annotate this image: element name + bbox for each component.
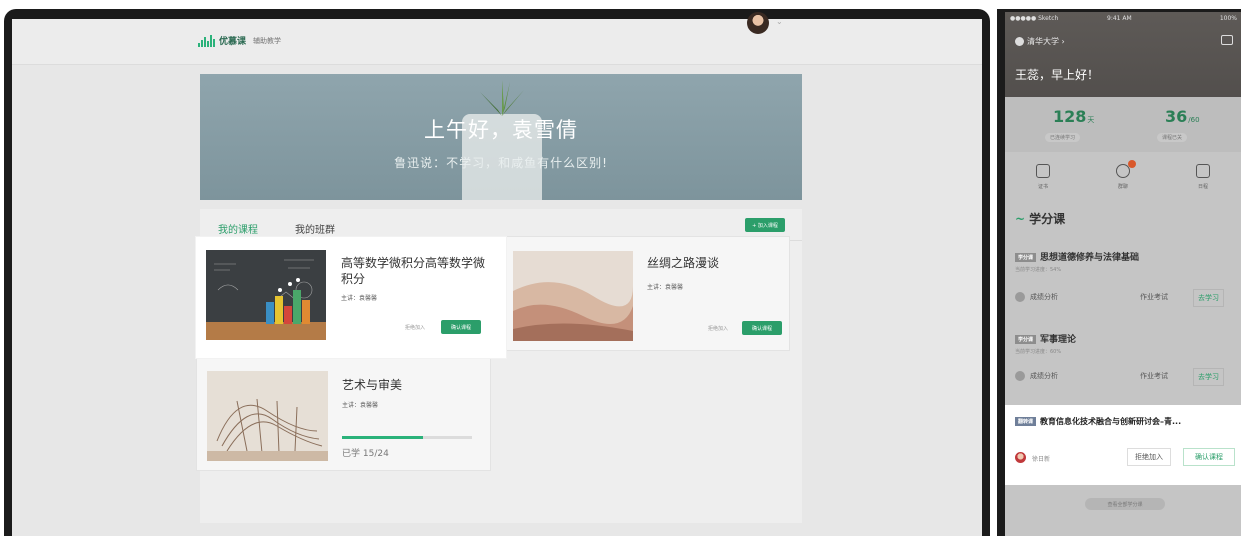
logo-bars-icon [198,34,215,47]
desert-dunes-image [513,251,633,341]
message-icon[interactable] [1221,35,1233,45]
course-thumbnail-desert [513,251,633,341]
notification-badge [1128,160,1136,168]
course-card-calculus[interactable]: 高等数学微积分高等数学微积分 主讲：袁馨馨 拒绝加入 确认课程 [196,237,506,358]
course-card-art[interactable]: 艺术与审美 主讲：袁馨馨 已学 15/24 [196,356,491,471]
stats-panel: 128天 已连续学习 36/60 课程已关 [1005,97,1241,152]
course-name: 思想道德修养与法律基础 [1040,253,1140,263]
quick-action-schedule[interactable]: 日程 [1183,164,1223,190]
course-title[interactable]: 高等数学微积分高等数学微积分 [341,255,491,287]
confirm-course-button[interactable]: 确认课程 [1183,448,1235,466]
chevron-down-icon[interactable]: ⌄ [776,17,783,26]
course-progress-text: 已学 15/24 [342,449,389,459]
phone-screen: ●●●●● Sketch 9:41 AM 100% 清华大学 › 王蕊，早上好！… [1005,12,1241,536]
certificate-icon [1036,164,1050,178]
phone-course-actions: 成绩分析 作业考试 去学习 [1015,289,1235,309]
invite-title: 翻转课 教育信息化技术融合与创新研讨会–青... [1015,416,1181,427]
signal-indicator: ●●●●● Sketch [1010,15,1059,22]
phone-course-ethics[interactable]: 学分课 思想道德修养与法律基础 当前学习进度：54% [1015,250,1235,273]
phone-greeting: 王蕊，早上好！ [1015,68,1100,82]
homework-exam-button[interactable]: 作业考试 [1140,371,1168,381]
course-progress-fill [342,436,424,439]
stat-study-days: 128天 [1053,107,1095,126]
stat-courses: 36/60 [1165,107,1200,126]
invite-tag: 翻转课 [1015,417,1037,426]
course-tag: 学分课 [1015,335,1037,344]
decline-button[interactable]: 拒绝加入 [405,324,425,331]
phone-device-frame: ●●●●● Sketch 9:41 AM 100% 清华大学 › 王蕊，早上好！… [997,9,1241,536]
course-tag: 学分课 [1015,253,1037,262]
course-title[interactable]: 艺术与审美 [342,377,402,393]
battery-indicator: 100% [1219,15,1237,22]
teacher-avatar [1015,452,1026,463]
course-teacher: 主讲：袁馨馨 [342,402,379,409]
banner-greeting: 上午好，袁雪倩 [424,118,578,142]
course-card-silk-road[interactable]: 丝绸之路漫谈 主讲：袁馨馨 拒绝加入 确认课程 [500,236,790,351]
chalkboard-books-image [206,250,326,340]
app-logo[interactable]: 优慕课 辅助教学 [198,34,281,47]
grade-analysis-button[interactable]: 成绩分析 [1015,371,1058,381]
welcome-banner: 上午好，袁雪倩 鲁迅说：不学习，和咸鱼有什么区别! [200,74,802,200]
section-title: ~ 学分课 [1015,212,1066,226]
course-name: 军事理论 [1040,335,1077,345]
course-teacher: 主讲：袁馨馨 [647,284,684,291]
confirm-course-button[interactable]: 确认课程 [742,321,782,335]
course-teacher: 主讲：袁馨馨 [341,295,378,302]
quick-action-certificate[interactable]: 证书 [1023,164,1063,190]
user-avatar[interactable] [747,12,769,34]
status-bar: ●●●●● Sketch 9:41 AM 100% [1005,12,1241,26]
add-course-button[interactable]: + 加入课程 [745,218,785,232]
top-navigation-bar: 优慕课 辅助教学 [12,19,982,65]
phone-course-actions: 成绩分析 作业考试 去学习 [1015,368,1235,388]
schedule-icon [1196,164,1210,178]
course-progress: 当前学习进度：54% [1015,267,1062,273]
phone-course-military[interactable]: 学分课 军事理论 当前学习进度：60% [1015,332,1235,355]
decline-button[interactable]: 拒绝加入 [708,325,728,332]
decline-button[interactable]: 拒绝加入 [1127,448,1171,466]
banner-quote: 鲁迅说：不学习，和咸鱼有什么区别! [394,156,608,170]
invite-teacher: 徐日新 [1032,456,1051,463]
course-title[interactable]: 丝绸之路漫谈 [647,255,719,271]
course-thumbnail-chalkboard [206,250,326,340]
course-thumbnail-sculpture [207,371,328,461]
quick-action-label: 群聊 [1117,184,1128,190]
chat-icon [1116,160,1136,178]
logo-subtitle: 辅助教学 [253,36,282,45]
grade-icon [1015,292,1025,302]
plant-leaves-image [480,80,524,116]
wire-sculpture-image [207,371,328,461]
quick-action-group-chat[interactable]: 群聊 [1103,160,1143,190]
course-progress-bar [342,436,472,439]
status-time: 9:41 AM [1107,15,1132,22]
quick-action-label: 证书 [1037,184,1048,190]
course-progress: 当前学习进度：60% [1015,349,1062,355]
stat-study-days-label[interactable]: 已连续学习 [1045,133,1081,142]
homework-exam-button[interactable]: 作业考试 [1140,292,1168,302]
go-study-button[interactable]: 去学习 [1193,289,1224,307]
section-tilde-icon: ~ [1015,212,1026,226]
grade-icon [1015,371,1025,381]
view-all-button[interactable]: 查看全部学分课 [1085,498,1165,510]
stat-courses-label[interactable]: 课程已关 [1157,133,1188,142]
go-study-button[interactable]: 去学习 [1193,368,1224,386]
quick-action-label: 日程 [1197,184,1208,190]
logo-name: 优慕课 [219,37,247,47]
school-name: 清华大学 › [1027,37,1065,46]
school-icon [1015,37,1024,46]
confirm-course-button[interactable]: 确认课程 [441,320,481,334]
course-invite-card[interactable]: 翻转课 教育信息化技术融合与创新研讨会–青... 徐日新 拒绝加入 确认课程 [1005,405,1241,485]
school-selector[interactable]: 清华大学 › [1015,36,1065,47]
grade-analysis-button[interactable]: 成绩分析 [1015,292,1058,302]
